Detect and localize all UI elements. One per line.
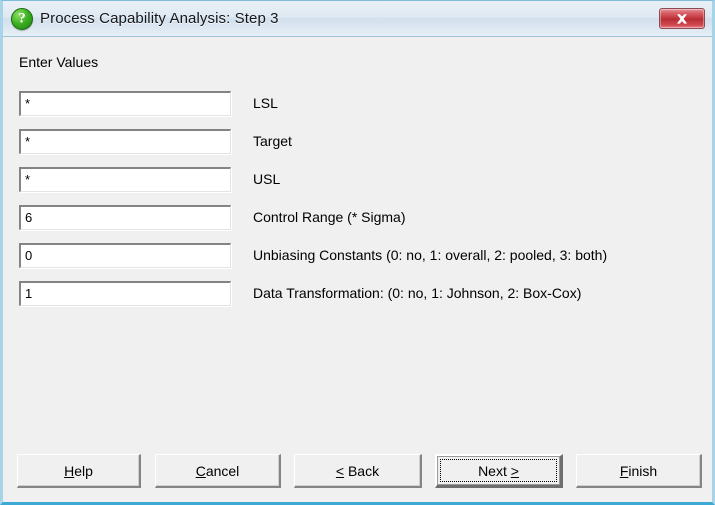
field-row: Data Transformation: (0: no, 1: Johnson,… <box>19 280 581 306</box>
target-input[interactable] <box>19 128 231 154</box>
cancel-button-label: Cancel <box>195 462 240 479</box>
next-button-label: Next > <box>478 462 519 479</box>
control-range-input[interactable] <box>19 204 231 230</box>
field-row: LSL <box>19 90 278 116</box>
field-row: Control Range (* Sigma) <box>19 204 406 230</box>
lsl-label: LSL <box>253 95 278 111</box>
lsl-input[interactable] <box>19 90 231 116</box>
dialog-window: Process Capability Analysis: Step 3 Ente… <box>0 0 715 505</box>
data-transformation-input[interactable] <box>19 280 231 306</box>
close-icon <box>677 13 687 24</box>
usl-input[interactable] <box>19 166 231 192</box>
close-button[interactable] <box>659 8 705 29</box>
finish-button-label: Finish <box>619 462 658 479</box>
data-transformation-label: Data Transformation: (0: no, 1: Johnson,… <box>253 285 582 301</box>
finish-button[interactable]: Finish <box>576 454 702 488</box>
field-row: Unbiasing Constants (0: no, 1: overall, … <box>19 242 607 268</box>
usl-label: USL <box>253 171 281 187</box>
next-button[interactable]: Next > <box>435 454 563 488</box>
back-button[interactable]: < Back <box>294 454 422 488</box>
window-title: Process Capability Analysis: Step 3 <box>40 10 279 27</box>
target-label: Target <box>253 133 292 149</box>
unbiasing-constants-input[interactable] <box>19 242 231 268</box>
section-label: Enter Values <box>19 54 99 70</box>
dialog-body: Enter Values LSL Target USL Control Rang… <box>3 37 712 502</box>
control-range-label: Control Range (* Sigma) <box>253 209 406 225</box>
title-bar: Process Capability Analysis: Step 3 <box>3 1 712 37</box>
cancel-button[interactable]: Cancel <box>155 454 281 488</box>
help-button[interactable]: Help <box>17 454 141 488</box>
field-row: USL <box>19 166 280 192</box>
field-row: Target <box>19 128 292 154</box>
help-button-label: Help <box>64 462 93 479</box>
question-mark-icon <box>11 7 33 30</box>
unbiasing-constants-label: Unbiasing Constants (0: no, 1: overall, … <box>253 247 608 263</box>
back-button-label: < Back <box>335 462 380 479</box>
button-bar: Help Cancel < Back Next > Finish <box>3 449 712 497</box>
